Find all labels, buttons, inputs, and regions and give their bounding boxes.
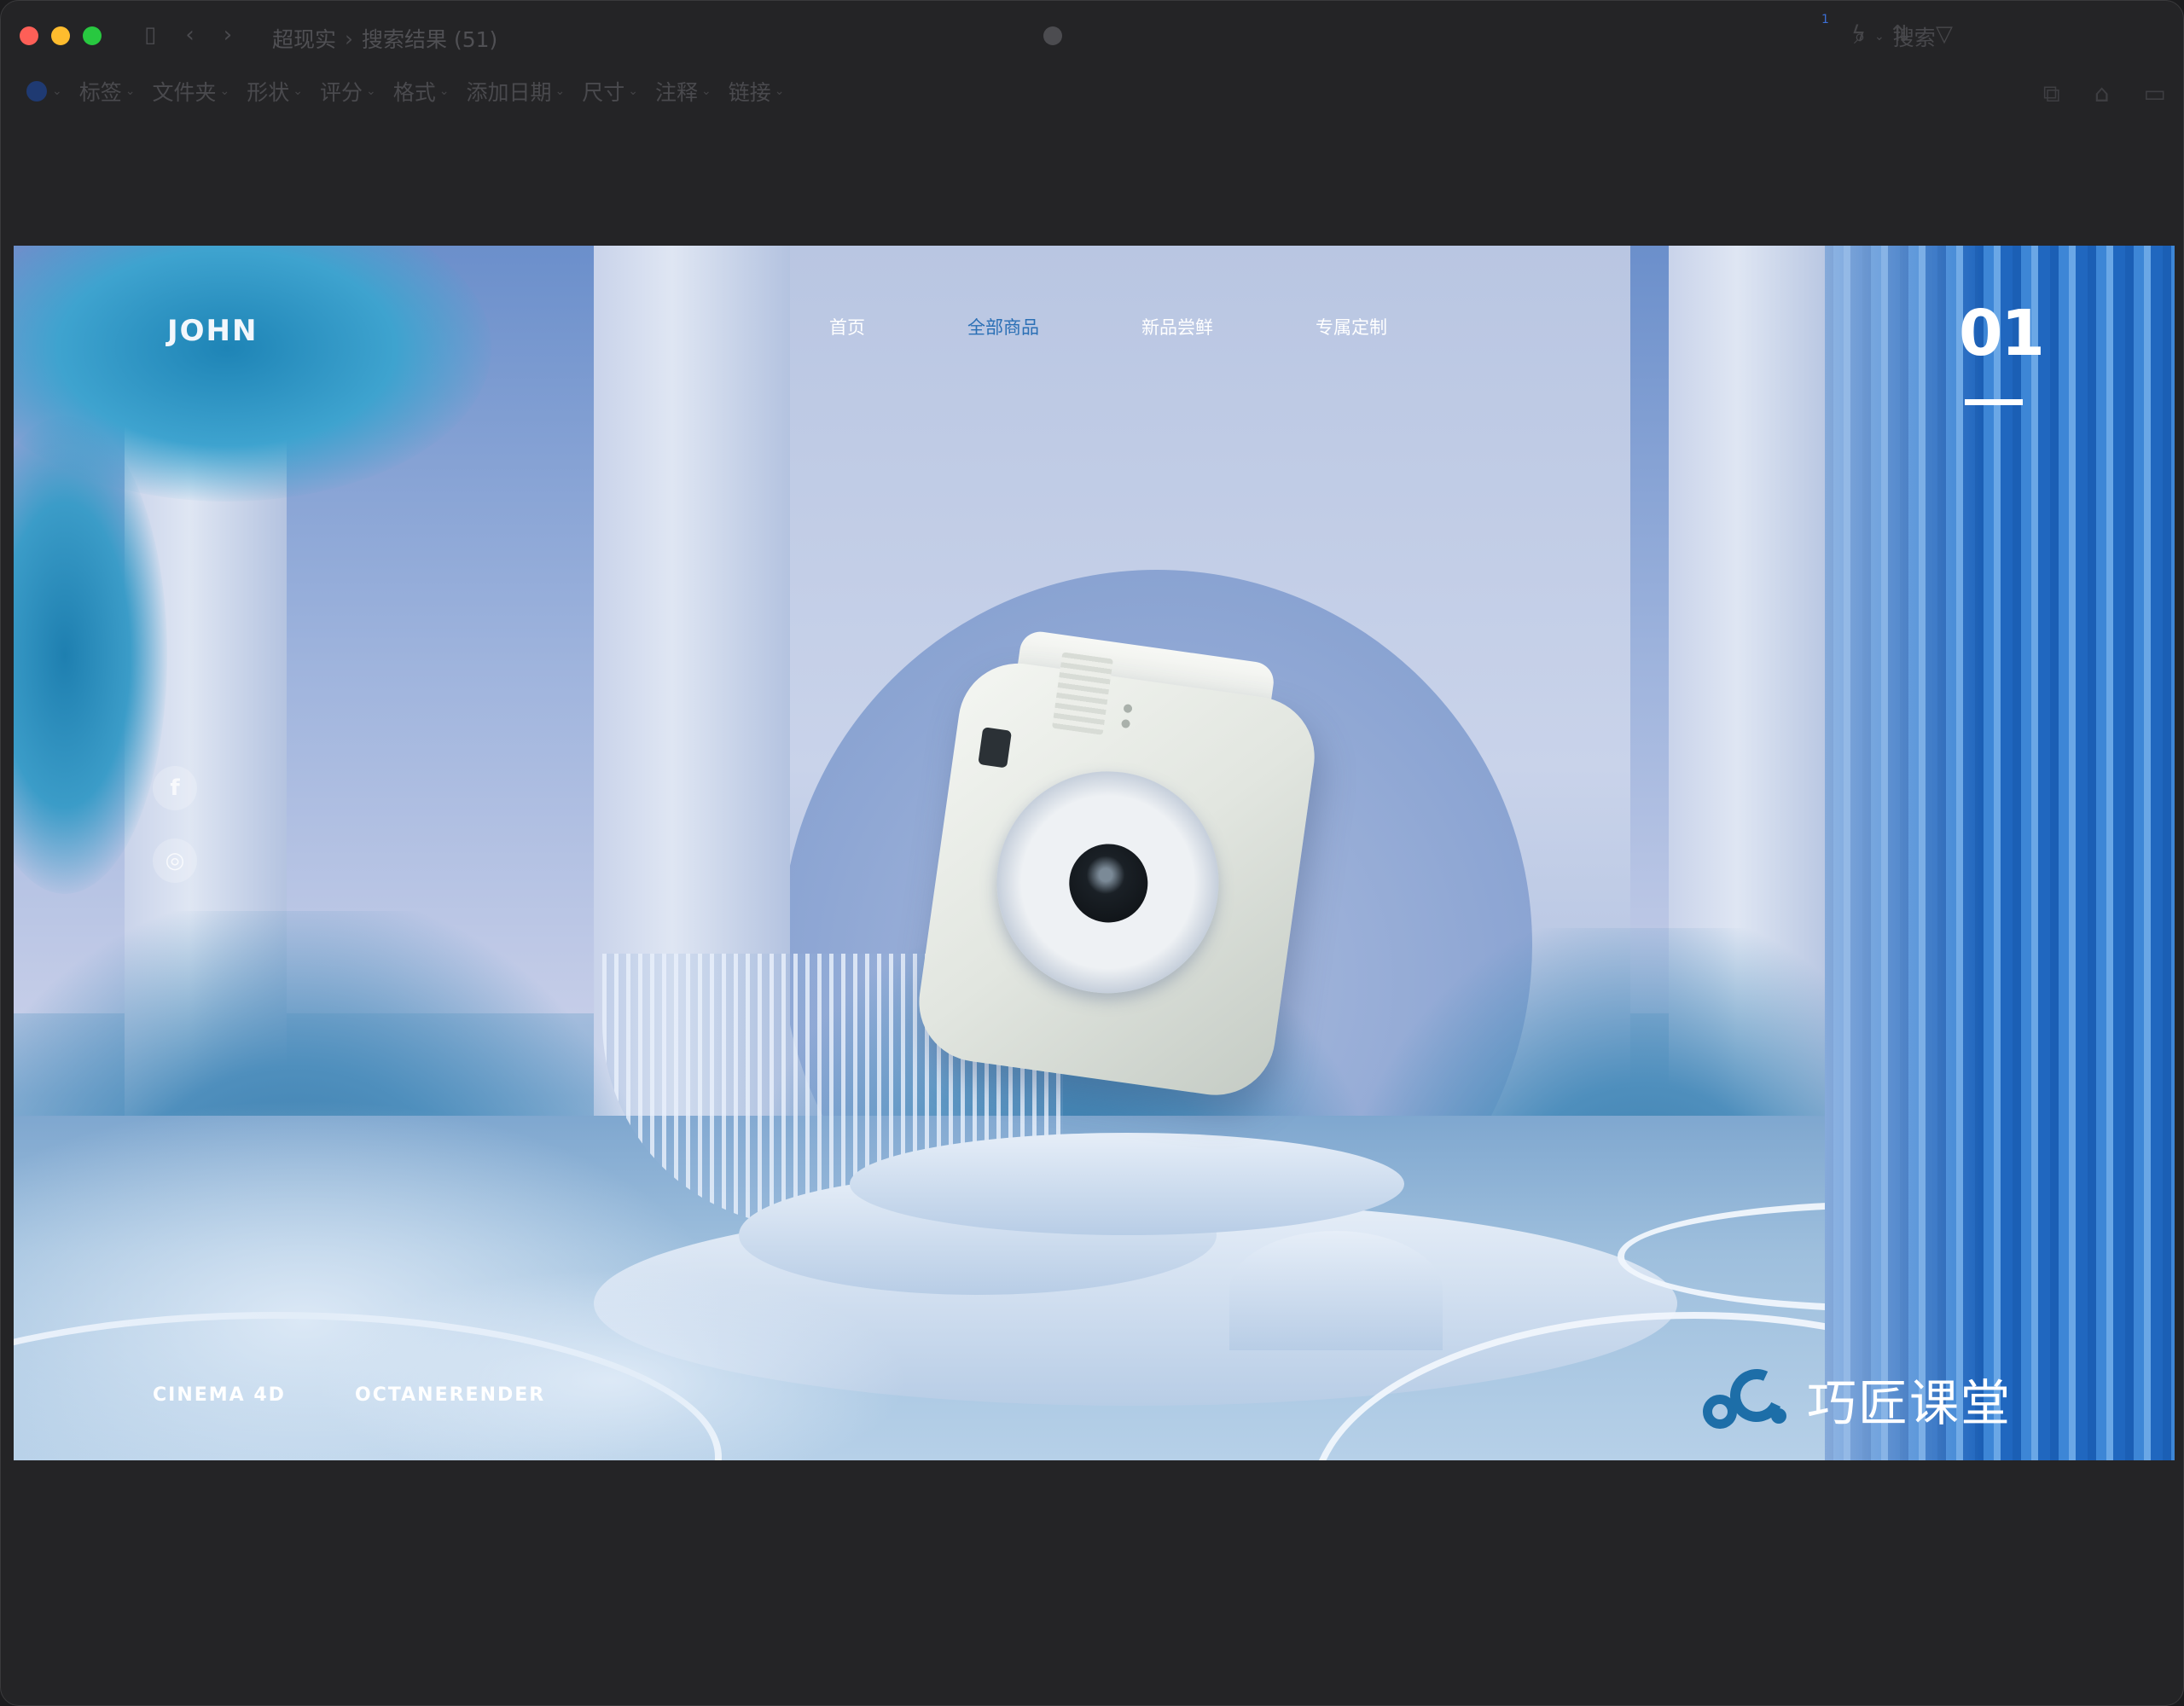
brand-watermark: 巧匠课堂 (1703, 1361, 2013, 1435)
filter-toolbar: ⌄ 标签 ⌄ 文件夹 ⌄ 形状 ⌄ 评分 ⌄ 格式 ⌄ 添加日期 ⌄ 尺寸 ⌄ 注释 ⌄ 链接 ⌄… (1, 76, 2183, 115)
color-filter-swatch[interactable] (26, 81, 47, 102)
filter-label: 格式 (392, 80, 436, 105)
zoom-window-button[interactable] (83, 26, 102, 45)
filter-label: 尺寸 (582, 80, 625, 105)
dome (1229, 1231, 1443, 1350)
toolbar-actions: ⧉ ⌂ ▭ (2043, 79, 2166, 108)
chevron-down-icon: ⌄ (366, 84, 376, 98)
chevron-down-icon: ⌄ (628, 84, 638, 98)
filter-label: 注释 (654, 80, 698, 105)
chevron-down-icon: ⌄ (701, 84, 712, 98)
filter-label: 添加日期 (466, 80, 552, 105)
instant-camera (910, 622, 1352, 1115)
window-controls (20, 26, 102, 45)
title-bar: ▯ ‹ › 超现实 › 搜索结果 (51) ϟ ⇅ ▽ 1 ⌕ ⌄ 搜索 (1, 1, 2183, 69)
nav-item-home: 首页 (829, 317, 865, 338)
software-tag-octane: OCTANERENDER (355, 1384, 546, 1406)
search-placeholder: 搜索 (1892, 26, 1936, 50)
site-nav: 首页 全部商品 新品尝鲜 专属定制 (829, 314, 1490, 339)
app-window: ▯ ‹ › 超现实 › 搜索结果 (51) ϟ ⇅ ▽ 1 ⌕ ⌄ 搜索 ⌄ 标… (0, 0, 2184, 1706)
facebook-icon: f (153, 766, 197, 810)
nav-item-new-arrivals: 新品尝鲜 (1141, 317, 1213, 338)
chevron-down-icon: ⌄ (219, 84, 230, 98)
breadcrumb-item-results[interactable]: 搜索结果 (51) (362, 23, 497, 54)
filter-label: 评分 (319, 80, 363, 105)
camera-flash (1051, 652, 1113, 735)
image-preview[interactable]: JOHN 首页 全部商品 新品尝鲜 专属定制 01 f ◎ CINEMA 4D … (14, 246, 2175, 1460)
filter-tags[interactable]: 标签 ⌄ (79, 76, 136, 107)
slide-number: 01 (1959, 297, 2045, 370)
site-logo: JOHN (167, 314, 258, 348)
filter-folder[interactable]: 文件夹 ⌄ (152, 76, 229, 107)
instagram-icon: ◎ (153, 838, 197, 883)
back-icon[interactable]: ‹ (185, 23, 194, 47)
slide-indicator (1965, 399, 2023, 405)
search-field[interactable]: ⌕ ⌄ 搜索 (1854, 21, 1936, 52)
filter-format[interactable]: 格式 ⌄ (393, 76, 450, 107)
sidebar-toggle-icon[interactable]: ▯ (144, 23, 156, 47)
filter-notes[interactable]: 注释 ⌄ (655, 76, 712, 107)
search-icon: ⌕ (1854, 24, 1867, 49)
status-dot-icon (1043, 26, 1062, 45)
chevron-right-icon: › (345, 26, 354, 51)
plinth-top (850, 1133, 1404, 1235)
color-filter-chevron[interactable]: ⌄ (52, 84, 62, 98)
brand-name: 巧匠课堂 (1807, 1374, 2013, 1432)
filter-list: ⌄ 标签 ⌄ 文件夹 ⌄ 形状 ⌄ 评分 ⌄ 格式 ⌄ 添加日期 ⌄ 尺寸 ⌄ 注释 ⌄ 链接 ⌄ (26, 76, 801, 107)
camera-viewfinder (978, 727, 1013, 769)
chevron-down-icon: ⌄ (125, 84, 136, 98)
close-window-button[interactable] (20, 26, 38, 45)
breadcrumb: 超现实 › 搜索结果 (51) (272, 23, 497, 54)
filter-size[interactable]: 尺寸 ⌄ (582, 76, 638, 107)
filter-icon[interactable]: ▽ (1936, 21, 1953, 47)
filter-link[interactable]: 链接 ⌄ (729, 76, 785, 107)
trash-icon[interactable]: ▭ (2144, 79, 2166, 108)
breadcrumb-item-folder[interactable]: 超现实 (272, 23, 336, 54)
notification-badge: 1 (1821, 13, 1829, 26)
filter-label: 形状 (247, 80, 290, 105)
filter-label: 标签 (78, 80, 122, 105)
nav-item-custom: 专属定制 (1316, 317, 1387, 338)
filter-date-added[interactable]: 添加日期 ⌄ (466, 76, 565, 107)
chevron-down-icon: ⌄ (293, 84, 303, 98)
nav-item-all-products: 全部商品 (967, 317, 1039, 338)
software-tag-cinema4d: CINEMA 4D (153, 1384, 286, 1406)
chevron-down-icon: ⌄ (774, 84, 785, 98)
navigation-controls: ▯ ‹ › (144, 23, 232, 47)
curtain-shading (1825, 246, 2175, 1460)
filter-rating[interactable]: 评分 ⌄ (320, 76, 376, 107)
lock-icon[interactable]: ⌂ (2094, 79, 2110, 108)
filter-shape[interactable]: 形状 ⌄ (247, 76, 303, 107)
forward-icon[interactable]: › (224, 23, 232, 47)
chevron-down-icon: ⌄ (1874, 30, 1885, 44)
minimize-window-button[interactable] (51, 26, 70, 45)
chevron-down-icon: ⌄ (439, 84, 450, 98)
filter-label: 链接 (728, 80, 771, 105)
chevron-down-icon: ⌄ (52, 84, 62, 98)
filter-label: 文件夹 (152, 80, 217, 105)
brand-logo-icon (1703, 1361, 1792, 1430)
translate-icon[interactable]: ⧉ (2043, 79, 2060, 108)
chevron-down-icon: ⌄ (555, 84, 566, 98)
